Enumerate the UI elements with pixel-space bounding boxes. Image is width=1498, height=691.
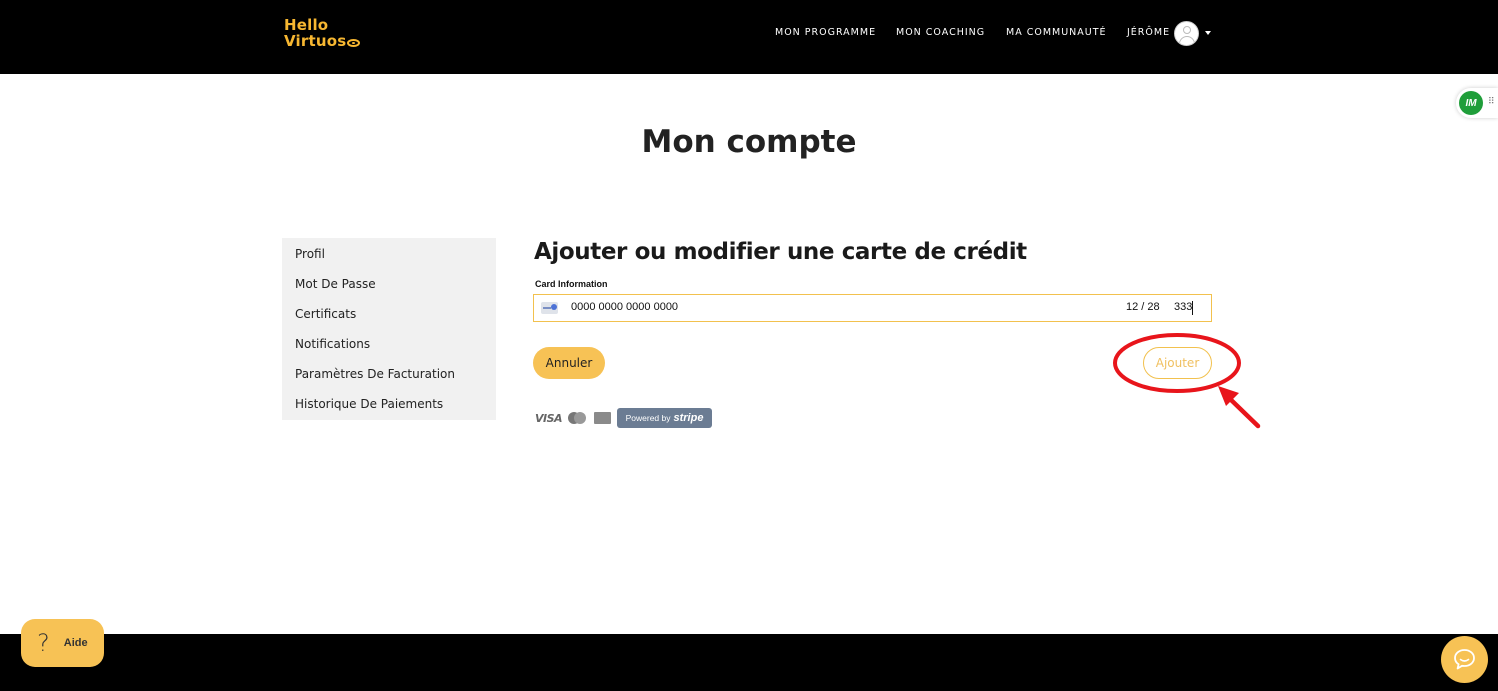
- nav-mon-programme[interactable]: MON PROGRAMME: [775, 27, 876, 38]
- visa-logo: VISA: [535, 411, 563, 425]
- sidebar-item-historique-paiements[interactable]: Historique De Paiements: [295, 397, 443, 411]
- logo-line1: Hello: [284, 16, 329, 34]
- card-number-input[interactable]: 0000 0000 0000 0000: [571, 301, 678, 313]
- footer: [0, 634, 1498, 691]
- amex-logo-icon: [594, 412, 612, 424]
- page-title: Mon compte: [641, 124, 857, 160]
- cancel-button[interactable]: Annuler: [533, 347, 605, 379]
- drag-handle-icon[interactable]: ⠿: [1488, 97, 1495, 106]
- logo-eye-icon: [347, 39, 361, 47]
- help-label: Aide: [63, 637, 88, 649]
- account-sidebar: Profil Mot De Passe Certificats Notifica…: [282, 238, 496, 420]
- sidebar-item-profil[interactable]: Profil: [295, 247, 325, 261]
- card-information-field[interactable]: 0000 0000 0000 0000 12 / 28 333: [533, 294, 1212, 322]
- avatar-head-icon: [1183, 26, 1191, 34]
- question-mark-icon: ?: [37, 629, 50, 657]
- extension-badge-icon[interactable]: IM: [1459, 91, 1483, 115]
- user-avatar[interactable]: [1174, 21, 1199, 46]
- card-form-title: Ajouter ou modifier une carte de crédit: [534, 239, 1027, 265]
- text-cursor: [1192, 301, 1193, 315]
- logo-line2: Virtuos: [284, 32, 347, 50]
- stripe-prefix: Powered by: [625, 413, 671, 423]
- credit-card-icon: [541, 302, 558, 314]
- help-button[interactable]: ? Aide: [21, 619, 104, 667]
- add-card-button[interactable]: Ajouter: [1143, 347, 1212, 379]
- nav-user-name[interactable]: JÉRÔME: [1127, 27, 1170, 38]
- extension-widget[interactable]: IM ⠿: [1456, 88, 1498, 118]
- chat-button[interactable]: [1441, 636, 1488, 683]
- card-expiry-input[interactable]: 12 / 28: [1126, 301, 1160, 313]
- mastercard-logo-icon: [568, 412, 587, 424]
- sidebar-item-mot-de-passe[interactable]: Mot De Passe: [295, 277, 376, 291]
- powered-by-stripe-badge[interactable]: Powered by stripe: [617, 408, 713, 428]
- top-navbar: Hello Virtuos MON PROGRAMME MON COACHING…: [0, 0, 1498, 74]
- annotation-circle-arrow-icon: [1113, 333, 1261, 429]
- sidebar-item-notifications[interactable]: Notifications: [295, 337, 370, 351]
- user-menu-caret-icon[interactable]: [1205, 31, 1211, 35]
- sidebar-item-certificats[interactable]: Certificats: [295, 307, 356, 321]
- nav-ma-communaute[interactable]: MA COMMUNAUTÉ: [1006, 27, 1107, 38]
- card-cvc-input[interactable]: 333: [1174, 301, 1192, 313]
- sidebar-item-parametres-facturation[interactable]: Paramètres De Facturation: [295, 367, 455, 381]
- payment-logos: VISA Powered by stripe: [535, 408, 713, 428]
- hello-virtuose-logo[interactable]: Hello Virtuos: [284, 16, 361, 50]
- avatar-body-icon: [1179, 36, 1195, 45]
- nav-mon-coaching[interactable]: MON COACHING: [896, 27, 985, 38]
- stripe-brand: stripe: [673, 412, 704, 424]
- card-information-label: Card Information: [535, 279, 608, 289]
- chat-bubble-icon: [1454, 649, 1475, 670]
